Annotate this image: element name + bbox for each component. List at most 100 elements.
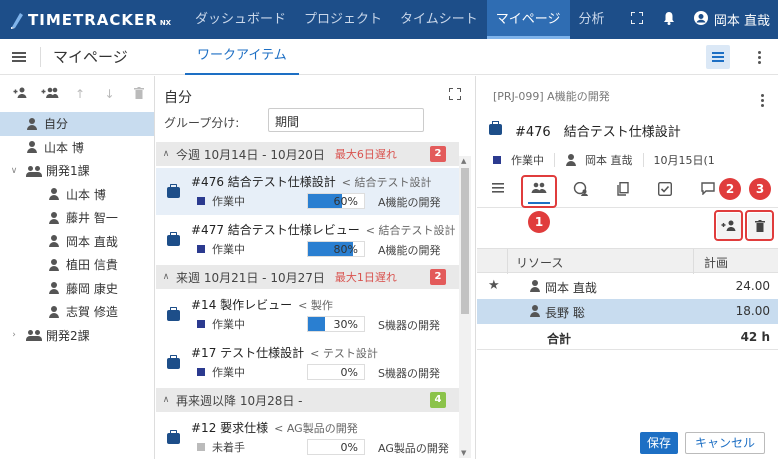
app-logo[interactable]: TIMETRACKER NX [0, 11, 186, 29]
tree-item-label: 開発2課 [46, 328, 90, 343]
add-group-icon[interactable] [36, 87, 66, 102]
briefcase-icon [167, 307, 180, 321]
tree-item-group-dev2[interactable]: › 開発2課 [0, 324, 154, 348]
tree-item-label: 志賀 修造 [66, 305, 118, 320]
detail-meta: 作業中 岡本 直哉 10月15日(1 [493, 152, 715, 168]
work-item-parent[interactable]: < 製作 [298, 299, 333, 312]
col-resource[interactable]: リソース [516, 254, 563, 271]
tree-item-person[interactable]: 山本 博 [0, 183, 154, 207]
more-options-icon[interactable] [761, 92, 764, 109]
tree-item-person[interactable]: 志賀 修造 [0, 300, 154, 324]
tree-item-person[interactable]: 藤井 智一 [0, 206, 154, 230]
tab-time-user-icon[interactable] [570, 181, 592, 204]
briefcase-icon [167, 184, 180, 198]
status-square [197, 197, 205, 205]
briefcase-icon [167, 430, 180, 444]
move-down-icon[interactable]: ↓ [95, 87, 125, 101]
tree-item-person[interactable]: 藤岡 康史 [0, 277, 154, 301]
bell-icon[interactable] [658, 11, 680, 29]
work-item-row[interactable]: #12 要求仕様 < AG製品の開発 未着手 0% AG製品の開発 [156, 414, 459, 459]
trash-icon[interactable] [124, 86, 154, 102]
count-badge: 2 [430, 269, 446, 285]
user-name[interactable]: 岡本 直哉 [714, 10, 770, 29]
tree-item-self[interactable]: 自分 [0, 112, 154, 136]
move-up-icon[interactable]: ↑ [65, 87, 95, 101]
table-row[interactable]: 長野 聡 18.00 [477, 299, 778, 324]
scroll-up-icon[interactable]: ▲ [461, 157, 466, 165]
tree-item-label: 山本 博 [44, 140, 84, 155]
scroll-down-icon[interactable]: ▼ [461, 449, 466, 457]
nav-project[interactable]: プロジェクト [295, 0, 391, 39]
work-item-parent[interactable]: < AG製品の開発 [274, 422, 358, 435]
tab-checklist-icon[interactable] [654, 181, 676, 204]
detail-date[interactable]: 10月15日(1 [654, 152, 715, 168]
detail-title: #476 結合テスト仕様設計 [515, 125, 681, 140]
cancel-button[interactable]: キャンセル [685, 432, 765, 454]
groupby-select[interactable]: 期間 [268, 108, 424, 132]
tree-item-group-dev1[interactable]: ∨ 開発1課 [0, 159, 154, 183]
tab-work-items[interactable]: ワークアイテム [185, 39, 299, 75]
nav-dashboard[interactable]: ダッシュボード [186, 0, 295, 39]
work-item-row[interactable]: #17 テスト仕様設計 < テスト設計 作業中 0% S機器の開発 [156, 339, 459, 386]
briefcase-icon [489, 121, 502, 135]
list-view-button[interactable] [706, 45, 730, 69]
project-breadcrumb[interactable]: [PRJ-099] A機能の開発 [493, 88, 610, 104]
work-item-row[interactable]: #477 結合テスト仕様レビュー < 結合テスト設計 作業中 80% A機能の開発 [156, 216, 459, 263]
tree-item-person[interactable]: 植田 信貴 [0, 253, 154, 277]
menu-icon[interactable] [12, 50, 26, 64]
chevron-up-icon: ∧ [162, 149, 170, 159]
scroll-thumb[interactable] [461, 168, 469, 314]
nav-mypage[interactable]: マイページ [486, 0, 570, 39]
table-row[interactable]: ★ 岡本 直哉 24.00 [477, 274, 778, 299]
group-header-later[interactable]: ∧ 再来週以降 10月28日 - 4 [156, 388, 459, 412]
col-plan[interactable]: 計画 [704, 254, 728, 271]
person-icon [48, 282, 60, 295]
group-header-this-week[interactable]: ∧ 今週 10月14日 - 10月20日 最大6日遅れ 2 [156, 142, 459, 166]
detail-status[interactable]: 作業中 [511, 152, 544, 168]
annotation-badge-2: 2 [719, 178, 741, 200]
save-button[interactable]: 保存 [640, 432, 678, 454]
status-square [197, 368, 205, 376]
nav-analysis[interactable]: 分析 [570, 0, 614, 39]
fullscreen-icon[interactable] [626, 10, 648, 28]
work-item-parent[interactable]: < テスト設計 [310, 347, 378, 360]
progress-bar: 0% [307, 364, 365, 380]
tree-item-person[interactable]: 岡本 直哉 [0, 230, 154, 254]
group-header-next-week[interactable]: ∧ 来週 10月21日 - 10月27日 最大1日遅れ 2 [156, 265, 459, 289]
work-item-title: #17 テスト仕様設計 [191, 346, 305, 360]
annotation-badge-1: 1 [528, 211, 550, 233]
scrollbar[interactable]: ▲ ▼ [459, 156, 471, 458]
work-item-row[interactable]: #14 製作レビュー < 製作 作業中 30% S機器の開発 [156, 291, 459, 338]
add-person-icon[interactable] [6, 87, 36, 102]
plan-value[interactable]: 24.00 [736, 279, 770, 293]
briefcase-icon [167, 232, 180, 246]
tab-documents-icon[interactable] [612, 181, 634, 204]
detail-assignee[interactable]: 岡本 直哉 [585, 152, 633, 168]
work-item-title: #12 要求仕様 [191, 421, 269, 435]
tree-item-label: 自分 [44, 117, 69, 132]
member-tree-panel: ↑ ↓ 自分 山本 博 ∨ 開発1課 山本 博 藤井 智一 岡本 直哉 植田 信… [0, 76, 155, 459]
work-item-row[interactable]: #476 結合テスト仕様設計 < 結合テスト設計 作業中 60% A機能の開発 [156, 168, 459, 215]
tree-item-label: 藤岡 康史 [66, 281, 118, 296]
work-item-title: #476 結合テスト仕様設計 [191, 175, 336, 189]
expand-icon[interactable] [449, 88, 461, 100]
group-icon [26, 329, 42, 342]
plan-value[interactable]: 18.00 [736, 304, 770, 318]
group-label: 今週 10月14日 - 10月20日 [176, 147, 325, 162]
more-options-icon[interactable] [758, 49, 762, 66]
chevron-right-icon[interactable]: › [8, 330, 20, 340]
count-badge: 2 [430, 146, 446, 162]
work-item-parent[interactable]: < 結合テスト設計 [342, 176, 432, 189]
project-name: A機能の開発 [378, 244, 441, 257]
tab-properties-icon[interactable] [487, 182, 509, 204]
person-icon [26, 141, 38, 154]
sub-header: マイページ ワークアイテム [0, 39, 778, 75]
account-icon[interactable] [690, 10, 712, 29]
progress-text: 80% [333, 243, 358, 256]
work-item-parent[interactable]: < 結合テスト設計 [366, 224, 456, 237]
status-square [197, 320, 205, 328]
chevron-down-icon[interactable]: ∨ [8, 166, 20, 176]
tab-comments-icon[interactable] [697, 182, 719, 204]
tree-item-person[interactable]: 山本 博 [0, 136, 154, 160]
nav-timesheet[interactable]: タイムシート [391, 0, 487, 39]
